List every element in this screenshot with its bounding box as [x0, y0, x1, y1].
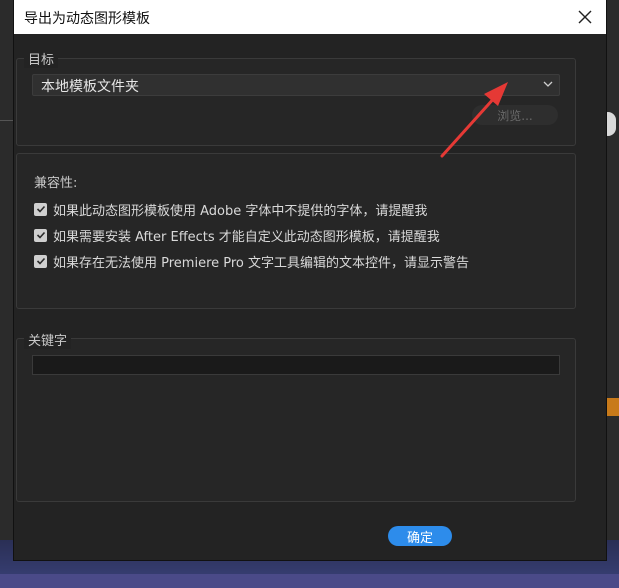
background-marker	[606, 398, 619, 416]
compat-option-fonts[interactable]: 如果此动态图形模板使用 Adobe 字体中不提供的字体，请提醒我	[34, 200, 428, 219]
target-label: 目标	[24, 49, 59, 68]
close-button[interactable]	[572, 4, 598, 30]
browse-button[interactable]: 浏览...	[472, 105, 558, 125]
compat-option-after-effects[interactable]: 如果需要安装 After Effects 才能自定义此动态图形模板，请提醒我	[34, 226, 440, 245]
check-icon	[36, 231, 45, 239]
compat-option-label: 如果存在无法使用 Premiere Pro 文字工具编辑的文本控件，请显示警告	[53, 255, 470, 271]
chevron-down-icon	[543, 81, 553, 87]
keyword-label: 关键字	[24, 330, 72, 349]
background-timeline-track	[0, 574, 619, 588]
ok-button[interactable]: 确定	[388, 526, 452, 546]
dialog-title: 导出为动态图形模板	[24, 11, 150, 27]
checkbox-checked[interactable]	[34, 254, 47, 268]
target-select[interactable]: 本地模板文件夹	[32, 74, 560, 96]
compatibility-title: 兼容性:	[34, 176, 78, 191]
dialog-titlebar: 导出为动态图形模板	[14, 0, 606, 34]
target-group	[16, 58, 576, 146]
check-icon	[36, 205, 45, 213]
compat-option-text-controls[interactable]: 如果存在无法使用 Premiere Pro 文字工具编辑的文本控件，请显示警告	[34, 252, 470, 271]
keyword-input[interactable]	[32, 355, 560, 375]
compat-option-label: 如果需要安装 After Effects 才能自定义此动态图形模板，请提醒我	[53, 229, 440, 245]
check-icon	[36, 257, 45, 265]
target-select-value: 本地模板文件夹	[41, 79, 139, 95]
close-icon	[578, 10, 592, 24]
checkbox-checked[interactable]	[34, 202, 47, 216]
checkbox-checked[interactable]	[34, 228, 47, 242]
background-divider	[0, 120, 14, 121]
compat-option-label: 如果此动态图形模板使用 Adobe 字体中不提供的字体，请提醒我	[53, 203, 428, 219]
